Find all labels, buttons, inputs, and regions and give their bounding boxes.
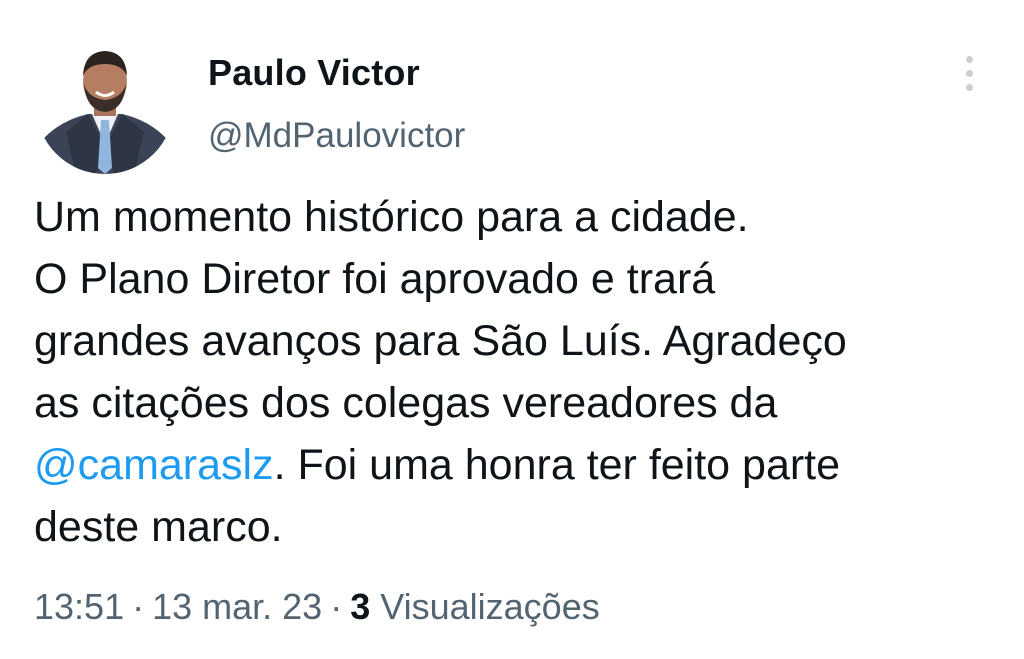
tweet-metadata: 13:51 · 13 mar. 23 · 3 Visualizações: [34, 586, 600, 628]
author-handle[interactable]: @MdPaulovictor: [208, 116, 465, 156]
tweet-text-line: Um momento histórico para a cidade.: [34, 193, 749, 241]
tweet-time[interactable]: 13:51: [34, 586, 124, 627]
meta-separator: ·: [132, 586, 145, 627]
mention-link[interactable]: @camaraslz: [34, 441, 274, 489]
more-options-button[interactable]: [952, 50, 988, 96]
tweet-text: Um momento histórico para a cidade. O Pl…: [34, 186, 994, 558]
tweet-text-line: grandes avanços para São Luís. Agradeço: [34, 317, 847, 365]
views-count: 3: [350, 586, 371, 627]
tweet-date[interactable]: 13 mar. 23: [152, 586, 322, 627]
tweet-text-line: deste marco.: [34, 503, 283, 551]
profile-photo-icon: [36, 36, 174, 174]
tweet-text-line: as citações dos colegas vereadores da: [34, 379, 778, 427]
views-label: Visualizações: [380, 586, 600, 627]
author-display-name[interactable]: Paulo Victor: [208, 52, 420, 94]
tweet-text-fragment: . Foi uma honra ter feito parte: [273, 441, 841, 489]
tweet-text-line: @camaraslz. Foi uma honra ter feito part…: [34, 434, 994, 496]
meta-separator: ·: [330, 586, 343, 627]
author-avatar[interactable]: [36, 36, 174, 174]
tweet-card: Paulo Victor @MdPaulovictor Um momento h…: [0, 0, 1024, 659]
tweet-text-line: O Plano Diretor foi aprovado e trará: [34, 255, 716, 303]
